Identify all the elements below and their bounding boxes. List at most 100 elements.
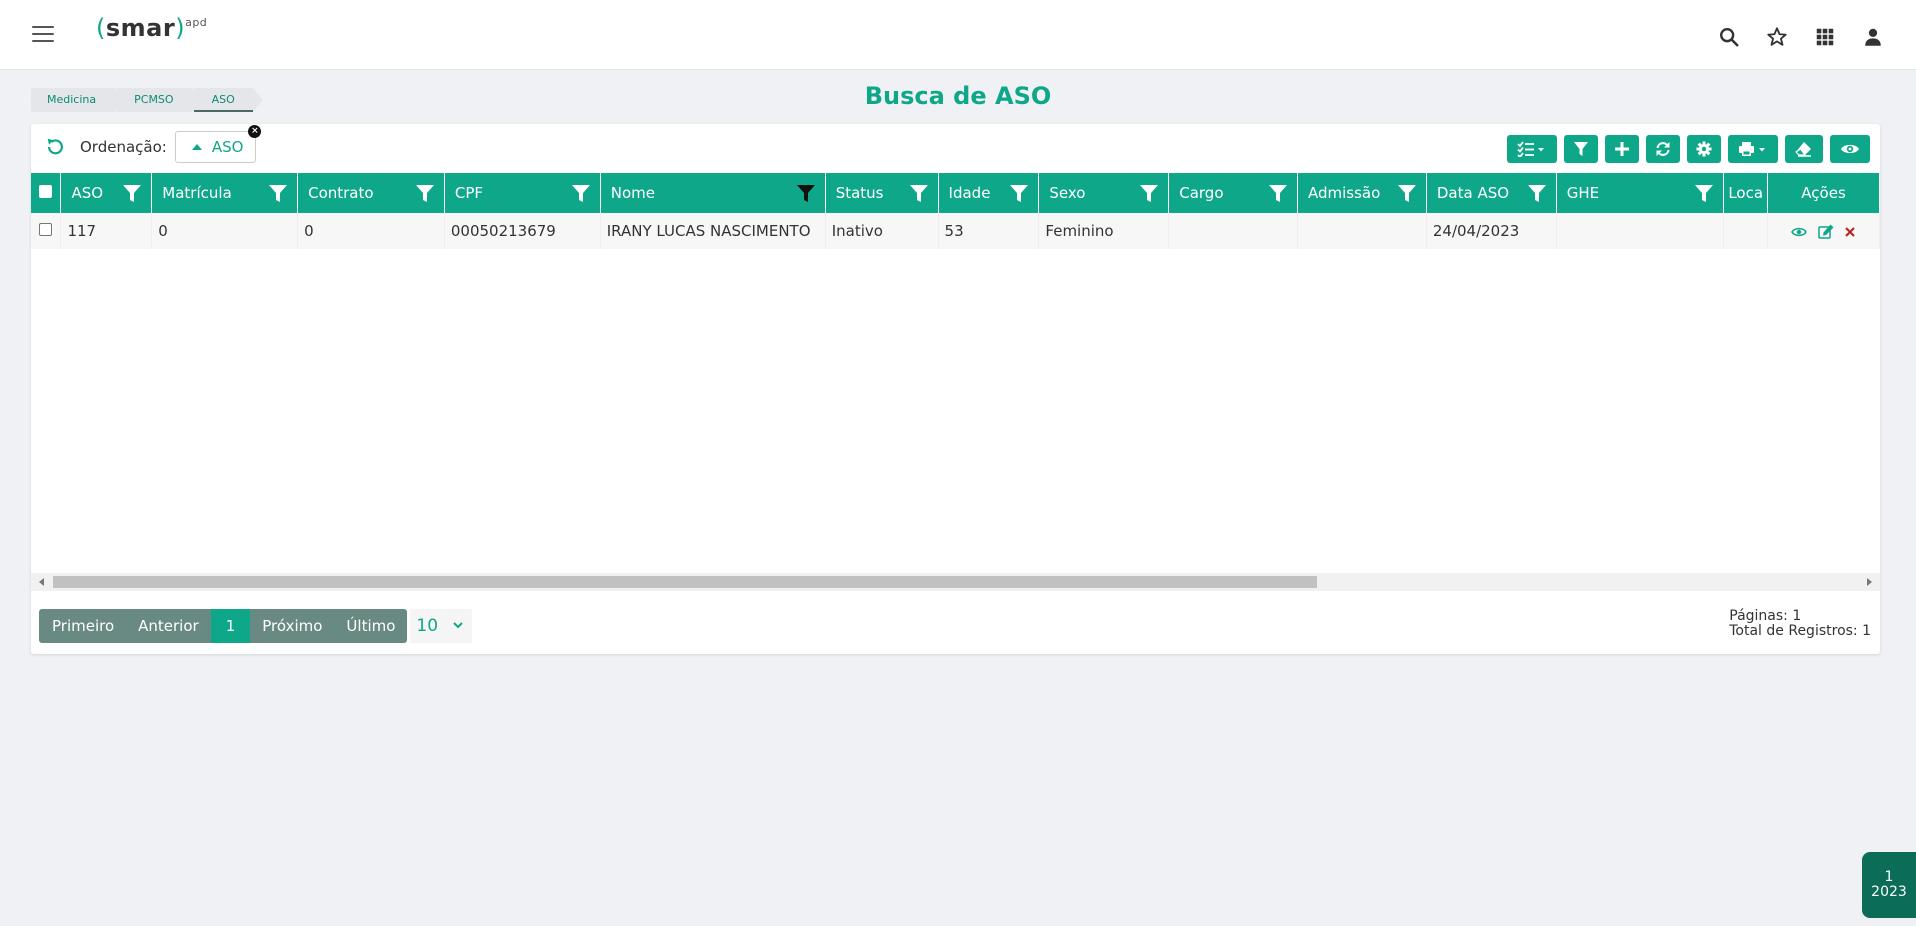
cell-contrato: 0 xyxy=(297,213,445,249)
eye-icon xyxy=(1841,144,1859,154)
period-badge[interactable]: 1 2023 xyxy=(1862,852,1916,918)
cell-data-aso: 24/04/2023 xyxy=(1426,213,1557,249)
app-logo[interactable]: (smar)apd xyxy=(96,14,207,42)
table-container: ASO Matrícula Contrato CPF Nome Status I… xyxy=(31,173,1880,573)
cell-admissao xyxy=(1297,213,1427,249)
cell-matricula: 0 xyxy=(151,213,299,249)
user-icon[interactable] xyxy=(1862,26,1884,48)
cell-idade: 53 xyxy=(938,213,1040,249)
logo-paren-right: ) xyxy=(175,14,186,42)
logo-text: smar xyxy=(105,14,176,42)
add-button[interactable] xyxy=(1605,135,1639,163)
column-filter-icon[interactable] xyxy=(1397,185,1416,202)
column-label: Status xyxy=(835,184,884,202)
column-label: Contrato xyxy=(308,184,374,202)
column-filter-icon[interactable] xyxy=(571,185,590,202)
apps-grid-icon[interactable] xyxy=(1814,26,1836,48)
filter-button[interactable] xyxy=(1564,135,1598,163)
page-title: Busca de ASO xyxy=(864,82,1052,110)
view-button[interactable] xyxy=(1830,135,1870,163)
chevron-down-icon xyxy=(453,622,464,629)
column-filter-icon[interactable] xyxy=(1269,185,1287,202)
column-filter-icon[interactable] xyxy=(1140,185,1159,202)
period-badge-line1: 1 xyxy=(1884,869,1894,885)
sort-chip-aso[interactable]: ASO × xyxy=(174,125,262,163)
column-header-admissao[interactable]: Admissão xyxy=(1297,173,1427,213)
column-filter-active-icon[interactable] xyxy=(796,185,815,202)
scrollbar-thumb[interactable] xyxy=(53,576,1317,588)
logo-sup: apd xyxy=(185,16,208,29)
settings-button[interactable] xyxy=(1687,135,1721,163)
edit-row-icon[interactable] xyxy=(1817,224,1834,239)
header-select-all xyxy=(31,173,62,213)
column-header-nome[interactable]: Nome xyxy=(600,173,826,213)
search-icon[interactable] xyxy=(1718,26,1740,48)
column-filter-icon[interactable] xyxy=(269,185,288,202)
current-page-button[interactable]: 1 xyxy=(210,609,251,643)
gear-icon xyxy=(1696,141,1712,157)
column-label: Sexo xyxy=(1049,184,1086,202)
page-title-wrap: Busca de ASO xyxy=(0,82,1916,110)
column-header-cpf[interactable]: CPF xyxy=(444,173,601,213)
hamburger-menu-icon[interactable] xyxy=(32,26,54,44)
column-select-button[interactable] xyxy=(1507,135,1557,163)
column-header-ghe[interactable]: GHE xyxy=(1556,173,1725,213)
prev-page-button[interactable]: Anterior xyxy=(126,609,211,643)
column-label: Idade xyxy=(948,184,991,202)
row-select-cell xyxy=(31,213,62,249)
cell-aso: 117 xyxy=(60,213,153,249)
next-page-button[interactable]: Próximo xyxy=(250,609,335,643)
reset-order-icon[interactable] xyxy=(44,136,66,158)
column-label: Cargo xyxy=(1179,184,1224,202)
aso-table: ASO Matrícula Contrato CPF Nome Status I… xyxy=(31,173,1880,249)
column-header-cargo[interactable]: Cargo xyxy=(1168,173,1298,213)
delete-row-icon[interactable] xyxy=(1844,226,1856,238)
column-header-aso[interactable]: ASO xyxy=(60,173,153,213)
column-header-contrato[interactable]: Contrato xyxy=(297,173,445,213)
sort-asc-icon xyxy=(191,144,202,150)
star-icon[interactable] xyxy=(1766,26,1788,48)
column-label: Loca xyxy=(1728,184,1764,202)
total-records: Total de Registros: 1 xyxy=(1729,623,1871,639)
column-header-local[interactable]: Loca xyxy=(1723,173,1769,213)
row-checkbox[interactable] xyxy=(39,223,53,236)
column-label: Admissão xyxy=(1308,184,1381,202)
column-header-data-aso[interactable]: Data ASO xyxy=(1426,173,1557,213)
select-all-checkbox[interactable] xyxy=(39,185,53,198)
checklist-dropdown-icon xyxy=(1517,141,1544,157)
filter-icon xyxy=(1574,142,1588,156)
sync-icon xyxy=(1656,142,1670,156)
column-header-idade[interactable]: Idade xyxy=(938,173,1040,213)
column-filter-icon[interactable] xyxy=(123,185,142,202)
cell-sexo: Feminino xyxy=(1038,213,1170,249)
cell-local xyxy=(1723,213,1769,249)
page-size-value: 10 xyxy=(416,616,439,636)
page-size-select[interactable]: 10 xyxy=(410,609,473,643)
cell-cpf: 00050213679 xyxy=(444,213,601,249)
chip-close-icon[interactable]: × xyxy=(248,125,262,138)
horizontal-scrollbar[interactable] xyxy=(31,573,1880,591)
column-filter-icon[interactable] xyxy=(1010,185,1029,202)
table-row[interactable]: 117 0 0 00050213679 IRANY LUCAS NASCIMEN… xyxy=(31,213,1880,249)
eraser-icon xyxy=(1795,142,1811,157)
clear-filters-button[interactable] xyxy=(1785,135,1823,163)
view-row-icon[interactable] xyxy=(1790,226,1807,238)
column-header-matricula[interactable]: Matrícula xyxy=(151,173,299,213)
column-filter-icon[interactable] xyxy=(909,185,928,202)
printer-dropdown-icon xyxy=(1739,142,1765,156)
cell-status: Inativo xyxy=(825,213,939,249)
column-filter-icon[interactable] xyxy=(415,185,434,202)
column-label: Matrícula xyxy=(162,184,232,202)
cell-acoes xyxy=(1767,213,1880,249)
first-page-button[interactable]: Primeiro xyxy=(39,609,127,643)
refresh-button[interactable] xyxy=(1646,135,1680,163)
last-page-button[interactable]: Último xyxy=(334,609,408,643)
scroll-left-icon[interactable] xyxy=(39,578,44,586)
column-filter-icon[interactable] xyxy=(1695,185,1714,202)
print-button[interactable] xyxy=(1728,135,1778,163)
period-badge-line2: 2023 xyxy=(1871,884,1907,900)
column-filter-icon[interactable] xyxy=(1527,185,1546,202)
scroll-right-icon[interactable] xyxy=(1867,578,1872,586)
column-header-status[interactable]: Status xyxy=(825,173,939,213)
column-header-sexo[interactable]: Sexo xyxy=(1038,173,1170,213)
